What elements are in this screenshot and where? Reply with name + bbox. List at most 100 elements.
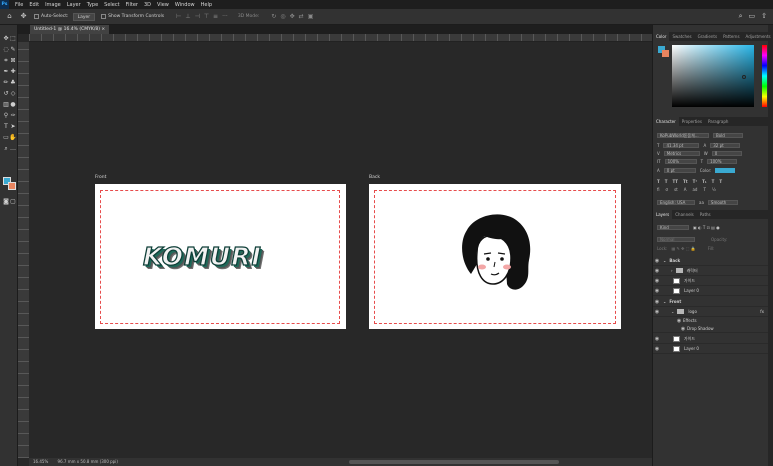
align-right-icon[interactable]: ⊣ — [195, 13, 200, 20]
font-size-field[interactable]: 41.34 pt — [663, 142, 700, 148]
menu-select[interactable]: Select — [104, 2, 119, 8]
pen-tool-icon[interactable]: ✑ — [9, 112, 17, 120]
roll-icon[interactable]: ◎ — [280, 13, 285, 20]
all-caps-icon[interactable]: TT — [672, 179, 678, 184]
tracking-field[interactable]: 0 — [711, 150, 742, 156]
front-artboard-label[interactable]: Front — [95, 175, 106, 180]
ligature-icon[interactable]: fi — [657, 187, 660, 192]
tab-swatches[interactable]: Swatches — [669, 32, 694, 41]
hand-tool-icon[interactable]: ✋ — [9, 134, 17, 142]
panel-scrollbar[interactable] — [768, 25, 773, 466]
expand-chevron-icon[interactable]: ⌄ — [663, 297, 666, 307]
layer-row[interactable]: ◉ 가이드 — [653, 276, 768, 286]
menu-view[interactable]: View — [157, 2, 169, 8]
ordinal-icon[interactable]: σ — [666, 187, 669, 192]
tab-adjustments[interactable]: Adjustments — [743, 32, 773, 41]
more-tools-icon[interactable]: … — [9, 145, 17, 153]
tab-channels[interactable]: Channels — [672, 210, 697, 219]
screen-mode-icon[interactable]: ▢ — [9, 198, 17, 206]
language-select[interactable]: English: USA — [657, 199, 695, 205]
horizontal-ruler[interactable] — [29, 34, 652, 42]
menu-filter[interactable]: Filter — [126, 2, 138, 8]
artboard-tool-icon[interactable]: ⬚ — [9, 35, 17, 43]
visibility-eye-icon[interactable]: ◉ — [679, 325, 687, 333]
menu-window[interactable]: Window — [175, 2, 195, 8]
tab-character[interactable]: Character — [653, 117, 679, 126]
titling-icon[interactable]: ad — [692, 187, 697, 192]
blend-mode-select[interactable]: Normal — [657, 236, 695, 242]
eraser-tool-icon[interactable]: ◇ — [9, 90, 17, 98]
align-center-icon[interactable]: ⊥ — [185, 13, 190, 20]
color-picker-field[interactable] — [672, 45, 754, 107]
back-artboard[interactable] — [369, 184, 621, 329]
visibility-eye-icon[interactable]: ◉ — [653, 256, 661, 266]
strikethrough-icon[interactable]: T — [719, 179, 722, 184]
visibility-eye-icon[interactable]: ◉ — [653, 297, 661, 307]
slide-icon[interactable]: ⇄ — [299, 13, 304, 20]
leading-field[interactable]: 32 pt — [710, 142, 741, 148]
healing-brush-icon[interactable]: ✚ — [9, 68, 17, 76]
visibility-eye-icon[interactable]: ◉ — [653, 344, 661, 354]
menu-image[interactable]: Image — [45, 2, 61, 8]
visibility-eye-icon[interactable]: ◉ — [653, 276, 661, 286]
hue-slider[interactable] — [762, 45, 767, 107]
blur-tool-icon[interactable]: ● — [9, 101, 17, 109]
distribute-icon[interactable]: ≡ — [213, 13, 218, 20]
tab-color[interactable]: Color — [653, 32, 670, 41]
quick-select-icon[interactable]: ✎ — [9, 46, 17, 54]
expand-chevron-icon[interactable]: ⌄ — [663, 256, 666, 266]
fx-icon[interactable]: fx — [760, 307, 764, 317]
menu-help[interactable]: Help — [201, 2, 212, 8]
menu-file[interactable]: File — [15, 2, 23, 8]
background-color-swatch[interactable] — [662, 50, 669, 57]
baseline-field[interactable]: 0 pt — [663, 167, 696, 173]
background-color-swatch[interactable] — [8, 182, 16, 190]
tab-gradients[interactable]: Gradients — [695, 32, 721, 41]
path-select-icon[interactable]: ➤ — [9, 123, 17, 131]
effect-row[interactable]: ◉ Drop Shadow — [653, 325, 768, 333]
scale-icon[interactable]: ▣ — [308, 13, 314, 20]
frame-tool-icon[interactable]: ⊠ — [9, 57, 17, 65]
horizontal-scrollbar[interactable] — [349, 460, 559, 464]
alternate-icon[interactable]: A — [684, 187, 687, 192]
align-top-icon[interactable]: ⊤ — [204, 13, 209, 20]
stamp-tool-icon[interactable]: ♣ — [9, 79, 17, 87]
horizontal-scale-field[interactable]: 100% — [707, 158, 738, 164]
visibility-eye-icon[interactable]: ◉ — [653, 334, 661, 344]
filter-icons[interactable]: ▣ ◐ T ⊡ ▤ ● — [693, 225, 720, 230]
align-left-icon[interactable]: ⊢ — [176, 13, 181, 20]
menu-type[interactable]: Type — [87, 2, 98, 8]
more-icon[interactable]: ··· — [222, 13, 228, 20]
visibility-eye-icon[interactable]: ◉ — [653, 307, 661, 317]
visibility-eye-icon[interactable]: ◉ — [653, 266, 661, 276]
vertical-scale-field[interactable]: 100% — [664, 158, 697, 164]
workspace-icon[interactable]: ▭ — [749, 12, 756, 21]
3d-icons[interactable]: ↻ ◎ ✥ ⇄ ▣ — [271, 13, 313, 20]
expand-chevron-icon[interactable]: ⌄ — [671, 307, 674, 317]
layer-row[interactable]: ◉ 가이드 — [653, 334, 768, 344]
lock-icons[interactable]: ▦ ✎ ✥ ⬚ 🔒 — [671, 246, 695, 251]
menu-3d[interactable]: 3D — [144, 2, 151, 8]
text-color-swatch[interactable] — [715, 167, 736, 173]
move-tool-icon[interactable]: ✥ — [19, 12, 28, 21]
canvas-area[interactable]: Front KOMURI Back — [29, 42, 652, 458]
layer-row[interactable]: ◉ ⌄ Back — [653, 256, 768, 266]
visibility-eye-icon[interactable]: ◉ — [653, 286, 661, 296]
underline-icon[interactable]: T — [712, 179, 715, 184]
vertical-ruler[interactable] — [18, 42, 29, 458]
layer-select-dropdown[interactable]: Layer — [72, 12, 96, 21]
search-icon[interactable]: ⌕ — [739, 12, 743, 21]
back-artboard-label[interactable]: Back — [369, 175, 380, 180]
tab-properties[interactable]: Properties — [679, 117, 705, 126]
color-picker-cursor[interactable] — [742, 75, 746, 79]
document-tab[interactable]: Untitled-1 @ 16.4% (CMYK/8) × — [30, 25, 110, 34]
faux-bold-icon[interactable]: T — [657, 179, 660, 184]
front-artboard[interactable]: KOMURI — [95, 184, 346, 329]
layer-kind-filter[interactable]: Kind — [657, 224, 689, 230]
faux-italic-icon[interactable]: T — [665, 179, 668, 184]
home-icon[interactable]: ⌂ — [5, 12, 14, 21]
menu-layer[interactable]: Layer — [67, 2, 81, 8]
antialias-select[interactable]: Smooth — [707, 199, 738, 205]
expand-chevron-icon[interactable]: › — [671, 266, 673, 276]
align-icons[interactable]: ⊢ ⊥ ⊣ ⊤ ≡ ··· — [176, 13, 228, 20]
